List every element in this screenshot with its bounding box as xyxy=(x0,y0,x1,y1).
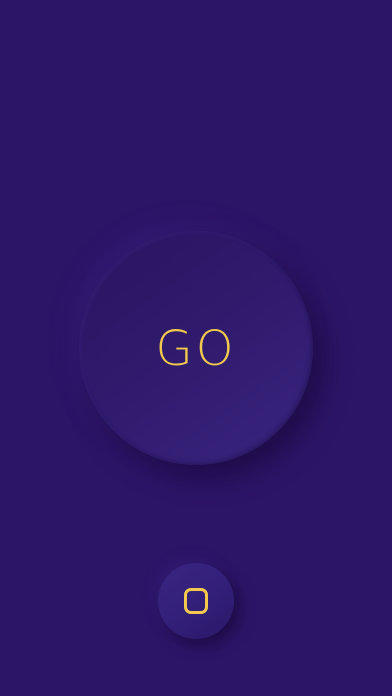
go-button[interactable]: GO xyxy=(79,231,313,465)
main-screen: GO xyxy=(0,0,392,696)
go-button-label: GO xyxy=(155,321,237,377)
stop-icon xyxy=(184,588,208,614)
stop-button[interactable] xyxy=(158,563,234,639)
